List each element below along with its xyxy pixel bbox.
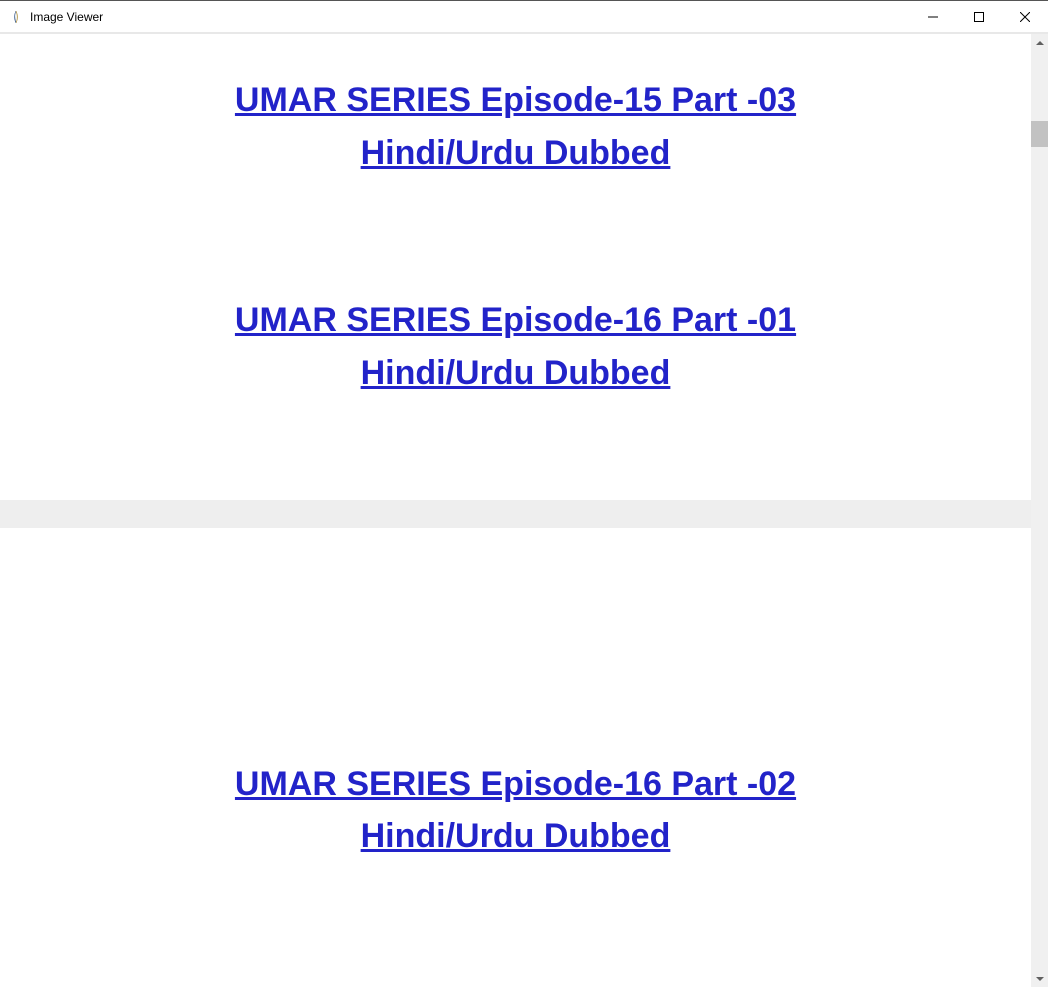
titlebar: Image Viewer xyxy=(0,1,1048,33)
episode-link-line2: Hindi/Urdu Dubbed xyxy=(361,354,671,392)
episode-link[interactable]: UMAR SERIES Episode-16 Part -02 Hindi/Ur… xyxy=(136,758,896,863)
vertical-scrollbar[interactable] xyxy=(1031,34,1048,987)
content-card: UMAR SERIES Episode-16 Part -02 Hindi/Ur… xyxy=(0,528,1031,903)
scroll-down-button[interactable] xyxy=(1031,970,1048,987)
scrollbar-thumb[interactable] xyxy=(1031,121,1048,147)
episode-link[interactable]: UMAR SERIES Episode-16 Part -01 Hindi/Ur… xyxy=(136,294,896,399)
spacer xyxy=(40,179,991,294)
episode-link-line1: UMAR SERIES Episode-15 Part -03 xyxy=(235,81,796,119)
scroll-up-button[interactable] xyxy=(1031,34,1048,51)
episode-link[interactable]: UMAR SERIES Episode-15 Part -03 Hindi/Ur… xyxy=(136,74,896,179)
maximize-button[interactable] xyxy=(956,1,1002,32)
titlebar-left: Image Viewer xyxy=(0,9,103,25)
content-viewport[interactable]: UMAR SERIES Episode-15 Part -03 Hindi/Ur… xyxy=(0,34,1031,987)
content-card: UMAR SERIES Episode-15 Part -03 Hindi/Ur… xyxy=(0,34,1031,500)
window-frame: Image Viewer UMAR SERIES Episode-15 Part… xyxy=(0,0,1048,987)
window-title: Image Viewer xyxy=(30,10,103,24)
window-controls xyxy=(910,1,1048,32)
minimize-button[interactable] xyxy=(910,1,956,32)
episode-link-line1: UMAR SERIES Episode-16 Part -01 xyxy=(235,301,796,339)
scrollbar-track[interactable] xyxy=(1031,51,1048,970)
app-icon xyxy=(8,9,24,25)
chevron-up-icon xyxy=(1036,41,1044,45)
close-button[interactable] xyxy=(1002,1,1048,32)
episode-link-line2: Hindi/Urdu Dubbed xyxy=(361,134,671,172)
episode-link-line1: UMAR SERIES Episode-16 Part -02 xyxy=(235,765,796,803)
client-area: UMAR SERIES Episode-15 Part -03 Hindi/Ur… xyxy=(0,33,1048,987)
page-body: UMAR SERIES Episode-15 Part -03 Hindi/Ur… xyxy=(0,34,1031,903)
episode-link-line2: Hindi/Urdu Dubbed xyxy=(361,817,671,855)
chevron-down-icon xyxy=(1036,977,1044,981)
